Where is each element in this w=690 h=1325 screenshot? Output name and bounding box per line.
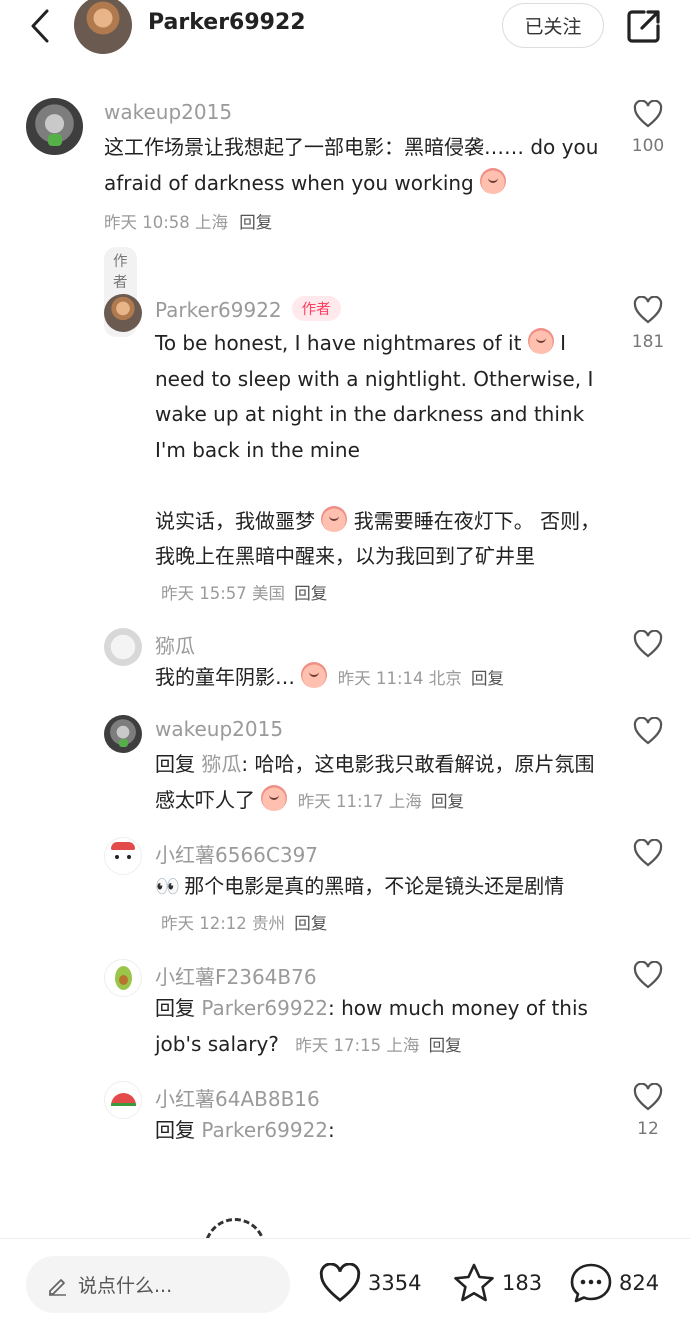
avatar[interactable] xyxy=(104,715,142,753)
reply-button[interactable]: 回复 xyxy=(431,792,464,811)
follow-button[interactable]: 已关注 xyxy=(502,3,604,48)
comment-timestamp: 昨天 10:58 上海 xyxy=(104,213,229,232)
scared-emoji-icon xyxy=(321,505,348,532)
comment-text[interactable]: 这工作场景让我想起了一部电影：黑暗侵袭…… do you afraid of d… xyxy=(104,130,604,201)
pencil-icon xyxy=(49,1278,66,1296)
reply-timestamp: 昨天 11:17 上海 xyxy=(297,791,422,811)
heart-icon xyxy=(633,716,663,745)
eyes-emoji-icon: 👀 xyxy=(155,874,180,898)
reply-timestamp: 昨天 15:57 美国 xyxy=(161,583,286,603)
reply-button[interactable]: 回复 xyxy=(471,669,504,688)
collect-total: 183 xyxy=(502,1271,543,1295)
comment-username[interactable]: wakeup2015 xyxy=(104,100,232,124)
heart-icon xyxy=(319,1263,361,1302)
reply-prefix: 回复 xyxy=(155,752,195,776)
like-count: 12 xyxy=(637,1119,659,1139)
star-icon xyxy=(454,1263,494,1302)
share-external-icon xyxy=(627,10,660,43)
avatar[interactable] xyxy=(104,959,142,997)
like-button[interactable] xyxy=(628,716,668,749)
like-count: 100 xyxy=(631,136,665,156)
mention-link[interactable]: 猕瓜 xyxy=(201,752,241,776)
avatar[interactable] xyxy=(26,98,83,155)
avatar[interactable] xyxy=(104,1081,142,1119)
like-button[interactable] xyxy=(628,629,668,662)
reply-meta: 昨天 11:17 上海 回复 xyxy=(298,792,464,811)
reply-text[interactable]: 回复 猕瓜: 哈哈，这电影我只敢看解说，原片氛围感太吓人了 昨天 11:17 上… xyxy=(155,747,610,819)
author-tag: 作者 xyxy=(291,296,341,321)
heart-icon xyxy=(633,295,663,324)
back-button[interactable] xyxy=(24,8,56,44)
reply-button[interactable]: 回复 xyxy=(239,213,272,232)
reply-body: 那个电影是真的黑暗，不论是镜头还是剧情 xyxy=(184,874,565,898)
reply-text[interactable]: 回复 Parker69922: how much money of this j… xyxy=(155,991,610,1063)
reply-button[interactable]: 回复 xyxy=(429,1036,462,1055)
reply-timestamp: 昨天 11:14 北京 xyxy=(337,669,462,688)
like-button[interactable] xyxy=(628,838,668,871)
avatar[interactable] xyxy=(104,837,142,875)
reply-meta: 昨天 11:14 北京 回复 xyxy=(338,669,504,688)
comment-meta: 昨天 10:58 上海 回复 xyxy=(104,209,272,233)
author-avatar[interactable] xyxy=(74,0,132,54)
reply-body: 我的童年阴影… xyxy=(155,665,295,689)
reply-button[interactable]: 回复 xyxy=(294,584,327,603)
collect-stat-button[interactable]: 183 xyxy=(452,1261,542,1305)
reply-username[interactable]: 小红薯64AB8B16 xyxy=(155,1083,320,1112)
reply-timestamp: 昨天 17:15 上海 xyxy=(295,1035,420,1055)
reply-username[interactable]: 小红薯F2364B76 xyxy=(155,961,317,990)
reply-body: : xyxy=(328,1118,335,1142)
like-button[interactable]: 100 xyxy=(628,99,668,156)
like-button[interactable]: 12 xyxy=(628,1082,668,1139)
reply-username[interactable]: 小红薯6566C397 xyxy=(155,839,318,868)
heart-icon xyxy=(633,629,663,658)
chat-bubble-icon xyxy=(570,1263,612,1303)
reply-username[interactable]: Parker69922 作者 xyxy=(155,296,341,322)
comment-stat-button[interactable]: 824 xyxy=(569,1261,659,1305)
avatar[interactable] xyxy=(104,294,142,332)
heart-icon xyxy=(633,1082,663,1111)
comment-input-placeholder: 说点什么... xyxy=(78,1275,173,1297)
reply-meta: 昨天 17:15 上海 回复 xyxy=(295,1036,461,1055)
like-button[interactable]: 181 xyxy=(628,295,668,352)
heart-icon xyxy=(633,960,663,989)
like-button[interactable] xyxy=(628,960,668,993)
heart-icon xyxy=(633,838,663,867)
bottom-action-bar: 说点什么... 3354 183 824 xyxy=(0,1238,690,1325)
comment-total: 824 xyxy=(619,1271,660,1295)
reply-meta: 昨天 12:12 贵州 回复 xyxy=(161,914,327,933)
chevron-left-icon xyxy=(31,9,49,43)
scared-emoji-icon xyxy=(527,328,554,354)
reply-prefix: 回复 xyxy=(155,1118,195,1142)
reply-text[interactable]: To be honest, I have nightmares of it I … xyxy=(155,326,610,611)
author-username[interactable]: Parker69922 xyxy=(148,10,306,35)
reply-text[interactable]: 我的童年阴影… 昨天 11:14 北京 回复 xyxy=(155,660,610,697)
reply-username[interactable]: 猕瓜 xyxy=(155,630,195,659)
laugh-cry-emoji-icon xyxy=(480,167,507,194)
reply-username-text: Parker69922 xyxy=(155,298,282,322)
heart-icon xyxy=(633,99,663,128)
reply-button[interactable]: 回复 xyxy=(294,914,327,933)
like-total: 3354 xyxy=(368,1271,422,1295)
shocked-emoji-icon xyxy=(301,662,328,688)
reply-meta: 昨天 15:57 美国 回复 xyxy=(161,584,327,603)
mention-link[interactable]: Parker69922 xyxy=(201,1118,328,1142)
reply-body-zh-1: 说实话，我做噩梦 xyxy=(155,508,315,533)
reply-text[interactable]: 👀 那个电影是真的黑暗，不论是镜头还是剧情 昨天 12:12 贵州 回复 xyxy=(155,869,610,941)
comment-input[interactable]: 说点什么... xyxy=(26,1256,290,1313)
reply-text[interactable]: 回复 Parker69922: xyxy=(155,1113,610,1149)
like-count: 181 xyxy=(631,332,665,352)
avatar[interactable] xyxy=(104,628,142,666)
like-stat-button[interactable]: 3354 xyxy=(318,1261,421,1305)
mention-link[interactable]: Parker69922 xyxy=(201,996,328,1020)
reply-username[interactable]: wakeup2015 xyxy=(155,717,283,741)
reply-body-en-1: To be honest, I have nightmares of it xyxy=(155,331,522,355)
reply-prefix: 回复 xyxy=(155,996,195,1020)
share-button[interactable] xyxy=(624,6,664,46)
comment-body: 这工作场景让我想起了一部电影：黑暗侵袭…… do you afraid of d… xyxy=(104,135,599,195)
top-bar: Parker69922 已关注 xyxy=(0,0,690,56)
scared-emoji-icon xyxy=(261,784,288,811)
reply-timestamp: 昨天 12:12 贵州 xyxy=(161,913,286,933)
